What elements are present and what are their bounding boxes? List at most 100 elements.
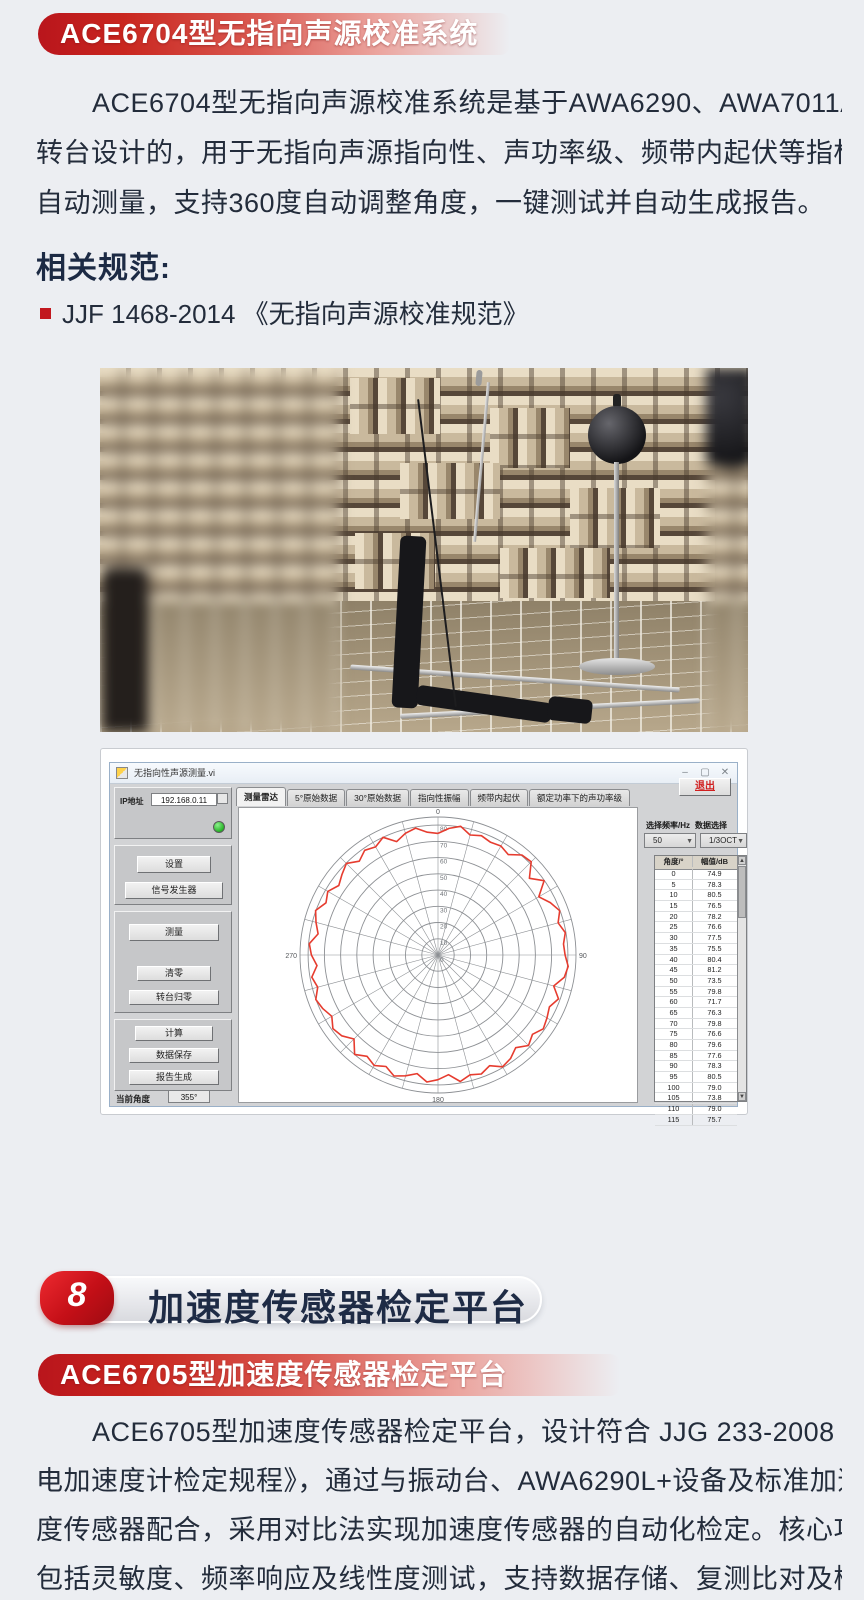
svg-text:40: 40 — [440, 891, 448, 898]
polar-radar-chart: 10203040506070800090180270 — [239, 808, 637, 1102]
table-row: 7576.6 — [655, 1029, 737, 1040]
software-screenshot-card: 无指向性声源测量.vi – ▢ ✕ IP地址 192.168.0.11 设置 信… — [100, 748, 748, 1115]
table-row: 4581.2 — [655, 965, 737, 976]
svg-text:180: 180 — [432, 1097, 444, 1102]
scroll-down-icon[interactable]: ▼ — [738, 1092, 746, 1101]
col-amplitude: 幅值/dB — [693, 856, 736, 867]
save-data-button[interactable]: 数据保存 — [129, 1048, 219, 1063]
tab-measure-radar[interactable]: 测量雷达 — [236, 787, 286, 806]
table-row: 6576.3 — [655, 1008, 737, 1019]
calculate-button[interactable]: 计算 — [135, 1026, 213, 1041]
speaker-base — [579, 658, 655, 675]
frequency-select-label: 选择频率/Hz — [646, 820, 690, 831]
col-angle: 角度/° — [655, 856, 693, 867]
connection-led-icon — [213, 821, 225, 833]
page: ACE6704型无指向声源校准系统 ACE6704型无指向声源校准系统是基于AW… — [0, 0, 864, 1600]
current-angle-label: 当前角度 — [116, 1093, 150, 1105]
wedge-patch — [350, 378, 440, 434]
section-title: 加速度传感器检定平台 — [148, 1279, 528, 1331]
section-banner-ace6705: ACE6705型加速度传感器检定平台 — [38, 1354, 620, 1396]
signal-generator-button[interactable]: 信号发生器 — [125, 882, 223, 899]
svg-text:90: 90 — [579, 953, 587, 960]
frequency-value: 50 — [653, 836, 662, 845]
clear-button[interactable]: 清零 — [137, 966, 211, 981]
speaker-blur — [706, 368, 748, 468]
data-type-value: 1/3OCT — [709, 836, 737, 845]
window-titlebar[interactable]: 无指向性声源测量.vi – ▢ ✕ — [110, 763, 737, 784]
vi-app-icon — [116, 767, 128, 779]
tab-bar: 测量雷达5°原始数据30°原始数据指向性振幅频带内起伏额定功率下的声功率级 — [236, 787, 631, 805]
angle-amplitude-table: 角度/°幅值/dB 074.9578.31080.51576.52078.225… — [654, 855, 747, 1102]
turntable-zero-button[interactable]: 转台归零 — [129, 990, 219, 1005]
svg-text:0: 0 — [440, 957, 444, 964]
speaker-pole — [614, 462, 619, 662]
svg-text:50: 50 — [440, 875, 448, 882]
polar-plot: 10203040506070800090180270 — [238, 807, 638, 1103]
scrollbar-thumb[interactable] — [738, 866, 746, 918]
spec-text: JJF 1468-2014 《无指向声源校准规范》 — [62, 296, 529, 332]
table-scrollbar[interactable]: ▲ ▼ — [737, 856, 746, 1101]
table-row: 7079.8 — [655, 1019, 737, 1030]
svg-text:30: 30 — [440, 907, 448, 914]
section-banner-ace6704: ACE6704型无指向声源校准系统 — [38, 13, 510, 55]
ip-group: IP地址 192.168.0.11 — [114, 787, 232, 839]
specs-heading: 相关规范: — [36, 243, 171, 287]
tab-rated-power[interactable]: 额定功率下的声功率级 — [529, 789, 630, 806]
table-row: 2078.2 — [655, 912, 737, 923]
table-row: 5073.5 — [655, 976, 737, 987]
mesh-floor-blur — [706, 601, 748, 732]
paragraph-line: 自动测量，支持360度自动调整角度，一键测试并自动生成报告。 — [36, 178, 842, 228]
dodecahedron-speaker — [588, 406, 646, 464]
window-title: 无指向性声源测量.vi — [134, 766, 215, 779]
table-row: 9580.5 — [655, 1072, 737, 1083]
table-row: 3575.5 — [655, 944, 737, 955]
report-generate-button[interactable]: 报告生成 — [129, 1070, 219, 1085]
anechoic-chamber-photo — [100, 368, 748, 732]
wedge-patch — [500, 548, 610, 598]
chevron-down-icon: ▼ — [737, 835, 744, 848]
table-row: 10573.8 — [655, 1093, 737, 1104]
svg-text:0: 0 — [436, 809, 440, 816]
source-group: 设置 信号发生器 — [114, 845, 232, 905]
svg-text:10: 10 — [440, 940, 448, 947]
settings-button[interactable]: 设置 — [137, 856, 211, 873]
table-row: 6071.7 — [655, 997, 737, 1008]
exit-button[interactable]: 退出 — [679, 778, 731, 796]
bullet-square-icon — [40, 308, 51, 319]
paragraph-line: 度传感器配合，采用对比法实现加速度传感器的自动化检定。核心功能 — [36, 1506, 842, 1555]
current-angle-value: 355° — [168, 1090, 210, 1103]
svg-text:60: 60 — [440, 859, 448, 866]
table-row: 8577.6 — [655, 1051, 737, 1062]
table-row: 11575.7 — [655, 1115, 737, 1126]
paragraph-ace6704: ACE6704型无指向声源校准系统是基于AWA6290、AWA7011A 转台设… — [36, 78, 842, 228]
paragraph-line: ACE6705型加速度传感器检定平台，设计符合 JJG 233-2008 《压 — [36, 1408, 842, 1457]
chevron-down-icon: ▼ — [686, 835, 693, 848]
wedge-patch — [400, 463, 500, 519]
svg-text:70: 70 — [440, 842, 448, 849]
section-number-badge: 8 — [40, 1271, 114, 1325]
frequency-dropdown[interactable]: 50 ▼ — [644, 833, 696, 848]
tab-band-ripple[interactable]: 频带内起伏 — [470, 789, 529, 806]
paragraph-line: 包括灵敏度、频率响应及线性度测试，支持数据存储、复测比对及检定 — [36, 1555, 842, 1600]
tab-30deg-raw[interactable]: 30°原始数据 — [346, 789, 409, 806]
tab-directivity[interactable]: 指向性振幅 — [410, 789, 469, 806]
photo-blur-left — [100, 368, 340, 732]
table-row: 578.3 — [655, 880, 737, 891]
table-row: 1080.5 — [655, 890, 737, 901]
table-row: 1576.5 — [655, 901, 737, 912]
table-row: 5579.8 — [655, 987, 737, 998]
measure-button[interactable]: 测量 — [129, 924, 219, 941]
photo-blur-right — [706, 368, 748, 732]
measure-group: 测量 清零 转台归零 — [114, 911, 232, 1013]
table-row: 9078.3 — [655, 1061, 737, 1072]
table-row: 10079.0 — [655, 1083, 737, 1094]
scroll-up-icon[interactable]: ▲ — [738, 856, 746, 865]
anechoic-wall-blur — [100, 368, 340, 601]
ip-confirm-button[interactable] — [217, 793, 228, 804]
data-type-dropdown[interactable]: 1/3OCT ▼ — [700, 833, 747, 848]
ip-address-input[interactable]: 192.168.0.11 — [151, 793, 217, 806]
clamp — [547, 696, 593, 724]
tab-5deg-raw[interactable]: 5°原始数据 — [287, 789, 345, 806]
table-row: 074.9 — [655, 869, 737, 880]
table-body: 074.9578.31080.51576.52078.22576.63077.5… — [655, 869, 737, 1126]
